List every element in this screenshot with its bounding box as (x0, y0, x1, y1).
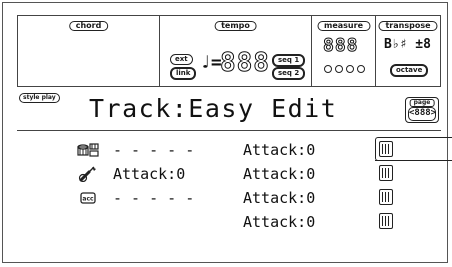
tempo-section: tempo ext link ♩= 888 seq 1 seq 2 (160, 16, 312, 86)
beat-dot (346, 65, 354, 73)
divider (17, 130, 441, 131)
selected-track-underline (375, 160, 445, 161)
status-bar: chord tempo ext link ♩= 888 seq 1 seq 2 … (17, 15, 441, 87)
acc-icon-text: acc (82, 196, 94, 203)
chord-label: chord (68, 21, 109, 31)
track-attack-value[interactable]: Attack:0 (243, 163, 315, 185)
seq2-button[interactable]: seq 2 (272, 67, 306, 80)
note-symbol: ♩= (200, 52, 222, 73)
track-left-value[interactable]: Attack:0 (113, 163, 185, 185)
page-indicator[interactable]: page <888> (405, 97, 439, 123)
page-value: <888> (408, 107, 436, 121)
ext-button[interactable]: ext (170, 54, 193, 65)
title-row: style play Track:Easy Edit page <888> (17, 93, 441, 127)
measure-label: measure (317, 21, 370, 31)
track-attack-value[interactable]: Attack:0 (243, 211, 315, 233)
beat-dot (335, 65, 343, 73)
drum-icon (77, 143, 99, 157)
page-title: Track:Easy Edit (89, 94, 338, 123)
transpose-section: transpose B♭♯ ±8 octave (376, 16, 440, 86)
transpose-value: B♭♯ ±8 (384, 37, 431, 52)
track-row-acc: acc - - - - - Attack:0 (17, 187, 441, 209)
page-label: page (409, 99, 435, 107)
link-button[interactable]: link (170, 67, 197, 80)
seq1-button[interactable]: seq 1 (272, 54, 306, 67)
beat-dot (324, 65, 332, 73)
track-fader-icon[interactable] (379, 213, 393, 229)
track-fader-icon[interactable] (379, 189, 393, 205)
track-left-value[interactable]: - - - - - (113, 139, 194, 161)
track-fader-icon[interactable] (379, 141, 393, 157)
track-row-guitar: Attack:0 Attack:0 (17, 163, 441, 185)
track-left-value[interactable]: - - - - - (113, 187, 194, 209)
beat-indicators (324, 65, 365, 73)
track-fader-icon[interactable] (379, 165, 393, 181)
transpose-label: transpose (378, 21, 438, 31)
track-row-4: Attack:0 (17, 211, 441, 233)
measure-value: 888 (323, 35, 359, 56)
octave-button[interactable]: octave (390, 64, 429, 77)
guitar-icon (78, 166, 96, 182)
track-row-drum: - - - - - Attack:0 (17, 137, 452, 161)
chord-section: chord (18, 16, 160, 86)
display-screen: chord tempo ext link ♩= 888 seq 1 seq 2 … (2, 2, 452, 263)
track-attack-value[interactable]: Attack:0 (243, 139, 315, 161)
tempo-value: 888 (220, 48, 270, 78)
mode-badge: style play (19, 93, 60, 103)
acc-icon: acc (80, 192, 96, 204)
measure-section: measure 888 (312, 16, 376, 86)
beat-dot (357, 65, 365, 73)
track-attack-value[interactable]: Attack:0 (243, 187, 315, 209)
tempo-label: tempo (214, 21, 257, 31)
